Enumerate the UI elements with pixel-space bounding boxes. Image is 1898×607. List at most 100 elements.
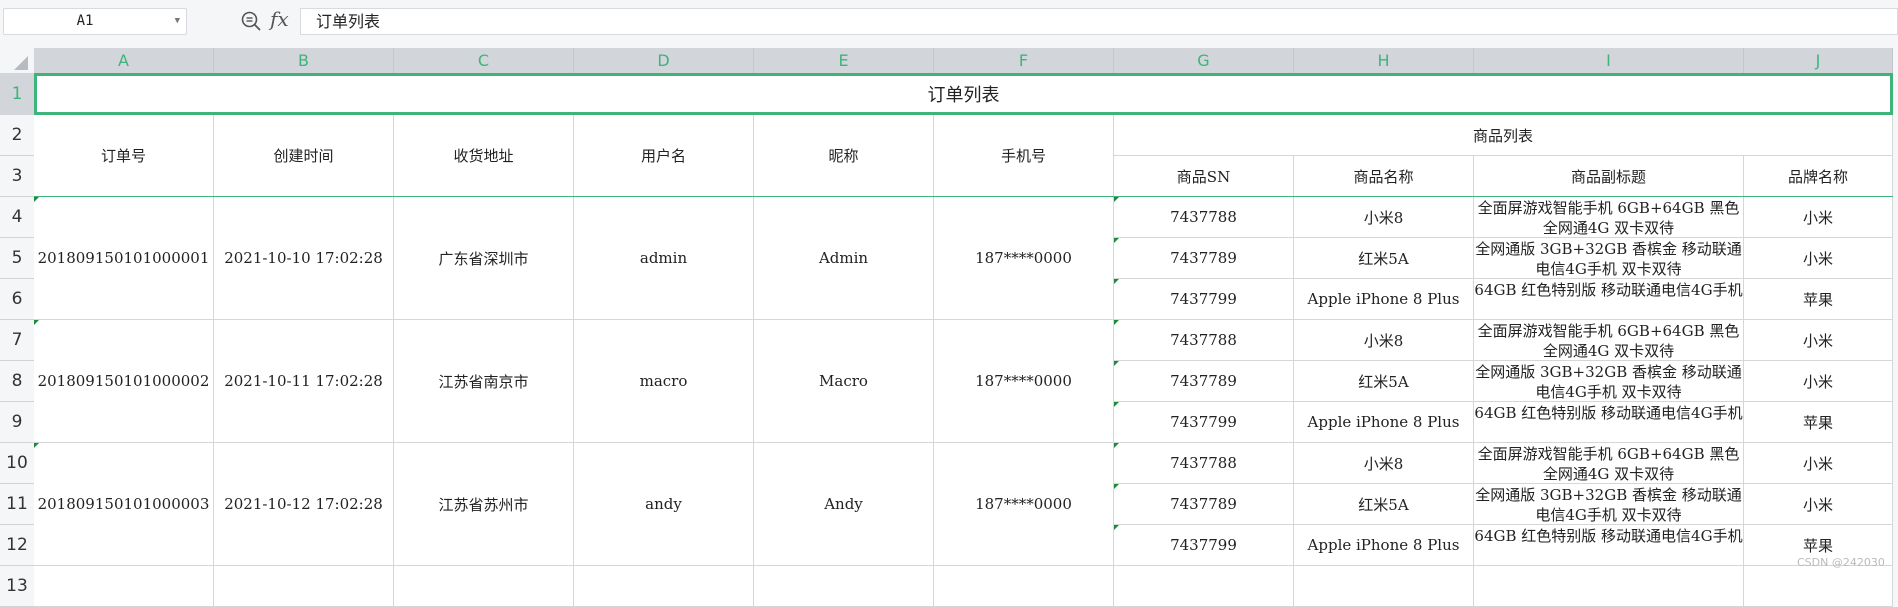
row-header-10[interactable]: 10 bbox=[0, 443, 34, 484]
brand-cell[interactable]: 苹果 bbox=[1744, 402, 1893, 443]
header-phone[interactable]: 手机号 bbox=[934, 115, 1114, 197]
header-order-no[interactable]: 订单号 bbox=[34, 115, 214, 197]
column-header-i[interactable]: I bbox=[1474, 48, 1744, 73]
product-name-cell[interactable]: 红米5A bbox=[1294, 484, 1474, 525]
phone-cell[interactable]: 187****0000 bbox=[934, 320, 1114, 443]
brand-cell[interactable]: 小米 bbox=[1744, 320, 1893, 361]
product-subtitle-cell[interactable]: 全网通版 3GB+32GB 香槟金 移动联通电信4G手机 双卡双待 bbox=[1474, 361, 1744, 402]
product-subtitle-cell[interactable]: 全网通版 3GB+32GB 香槟金 移动联通电信4G手机 双卡双待 bbox=[1474, 484, 1744, 525]
column-header-b[interactable]: B bbox=[214, 48, 394, 73]
empty-cell[interactable] bbox=[1294, 566, 1474, 607]
title-cell[interactable]: 订单列表 bbox=[34, 73, 1893, 115]
select-all-corner[interactable] bbox=[0, 48, 34, 73]
header-product-list[interactable]: 商品列表 bbox=[1114, 115, 1893, 156]
brand-cell[interactable]: 小米 bbox=[1744, 361, 1893, 402]
column-header-a[interactable]: A bbox=[34, 48, 214, 73]
product-subtitle-cell[interactable]: 64GB 红色特别版 移动联通电信4G手机 bbox=[1474, 279, 1744, 320]
empty-cell[interactable] bbox=[574, 566, 754, 607]
brand-cell[interactable]: 小米 bbox=[1744, 238, 1893, 279]
header-username[interactable]: 用户名 bbox=[574, 115, 754, 197]
product-name-cell[interactable]: Apple iPhone 8 Plus bbox=[1294, 279, 1474, 320]
header-nickname[interactable]: 昵称 bbox=[754, 115, 934, 197]
row-header-8[interactable]: 8 bbox=[0, 361, 34, 402]
header-product-subtitle[interactable]: 商品副标题 bbox=[1474, 156, 1744, 197]
phone-cell[interactable]: 187****0000 bbox=[934, 197, 1114, 320]
product-name-cell[interactable]: 红米5A bbox=[1294, 238, 1474, 279]
empty-cell[interactable] bbox=[1744, 566, 1893, 607]
row-header-3[interactable]: 3 bbox=[0, 156, 34, 197]
brand-cell[interactable]: 小米 bbox=[1744, 443, 1893, 484]
header-brand[interactable]: 品牌名称 bbox=[1744, 156, 1893, 197]
column-header-j[interactable]: J bbox=[1744, 48, 1893, 73]
product-sn-cell[interactable]: 7437789 bbox=[1114, 484, 1294, 525]
created-time-cell[interactable]: 2021-10-11 17:02:28 bbox=[214, 320, 394, 443]
product-sn-cell[interactable]: 7437788 bbox=[1114, 443, 1294, 484]
row-header-5[interactable]: 5 bbox=[0, 238, 34, 279]
product-sn-cell[interactable]: 7437799 bbox=[1114, 525, 1294, 566]
empty-cell[interactable] bbox=[394, 566, 574, 607]
product-sn-cell[interactable]: 7437799 bbox=[1114, 279, 1294, 320]
column-header-d[interactable]: D bbox=[574, 48, 754, 73]
address-cell[interactable]: 江苏省南京市 bbox=[394, 320, 574, 443]
row-header-13[interactable]: 13 bbox=[0, 566, 34, 607]
nickname-cell[interactable]: Macro bbox=[754, 320, 934, 443]
column-header-g[interactable]: G bbox=[1114, 48, 1294, 73]
empty-cell[interactable] bbox=[1114, 566, 1294, 607]
product-sn-cell[interactable]: 7437788 bbox=[1114, 320, 1294, 361]
function-icon[interactable]: fx bbox=[270, 7, 289, 31]
empty-cell[interactable] bbox=[214, 566, 394, 607]
phone-cell[interactable]: 187****0000 bbox=[934, 443, 1114, 566]
empty-cell[interactable] bbox=[754, 566, 934, 607]
product-subtitle-cell[interactable]: 全面屏游戏智能手机 6GB+64GB 黑色 全网通4G 双卡双待 bbox=[1474, 320, 1744, 361]
address-cell[interactable]: 广东省深圳市 bbox=[394, 197, 574, 320]
empty-cell[interactable] bbox=[34, 566, 214, 607]
nickname-cell[interactable]: Admin bbox=[754, 197, 934, 320]
column-header-e[interactable]: E bbox=[754, 48, 934, 73]
product-sn-cell[interactable]: 7437799 bbox=[1114, 402, 1294, 443]
row-header-2[interactable]: 2 bbox=[0, 115, 34, 156]
header-created-time[interactable]: 创建时间 bbox=[214, 115, 394, 197]
chevron-down-icon[interactable]: ▼ bbox=[175, 9, 180, 34]
order-no-cell[interactable]: 201809150101000003 bbox=[34, 443, 214, 566]
product-subtitle-cell[interactable]: 64GB 红色特别版 移动联通电信4G手机 bbox=[1474, 525, 1744, 566]
column-header-c[interactable]: C bbox=[394, 48, 574, 73]
created-time-cell[interactable]: 2021-10-12 17:02:28 bbox=[214, 443, 394, 566]
product-sn-cell[interactable]: 7437789 bbox=[1114, 361, 1294, 402]
order-no-cell[interactable]: 201809150101000002 bbox=[34, 320, 214, 443]
row-header-9[interactable]: 9 bbox=[0, 402, 34, 443]
empty-cell[interactable] bbox=[934, 566, 1114, 607]
product-name-cell[interactable]: Apple iPhone 8 Plus bbox=[1294, 402, 1474, 443]
header-product-name[interactable]: 商品名称 bbox=[1294, 156, 1474, 197]
name-box[interactable]: A1 ▼ bbox=[3, 8, 187, 35]
product-name-cell[interactable]: Apple iPhone 8 Plus bbox=[1294, 525, 1474, 566]
zoom-out-icon[interactable] bbox=[240, 10, 262, 32]
row-header-1[interactable]: 1 bbox=[0, 73, 34, 115]
header-product-sn[interactable]: 商品SN bbox=[1114, 156, 1294, 197]
created-time-cell[interactable]: 2021-10-10 17:02:28 bbox=[214, 197, 394, 320]
cell-grid[interactable]: 订单列表 订单号 创建时间 收货地址 用户名 昵称 手机号 商品列表 商品SN 商品名称 商品副标题… bbox=[34, 73, 1893, 607]
order-no-cell[interactable]: 201809150101000001 bbox=[34, 197, 214, 320]
nickname-cell[interactable]: Andy bbox=[754, 443, 934, 566]
column-header-f[interactable]: F bbox=[934, 48, 1114, 73]
product-name-cell[interactable]: 小米8 bbox=[1294, 320, 1474, 361]
brand-cell[interactable]: 小米 bbox=[1744, 197, 1893, 238]
product-name-cell[interactable]: 小米8 bbox=[1294, 443, 1474, 484]
row-header-11[interactable]: 11 bbox=[0, 484, 34, 525]
column-header-h[interactable]: H bbox=[1294, 48, 1474, 73]
username-cell[interactable]: admin bbox=[574, 197, 754, 320]
row-header-7[interactable]: 7 bbox=[0, 320, 34, 361]
product-sn-cell[interactable]: 7437788 bbox=[1114, 197, 1294, 238]
product-sn-cell[interactable]: 7437789 bbox=[1114, 238, 1294, 279]
empty-cell[interactable] bbox=[1474, 566, 1744, 607]
brand-cell[interactable]: 苹果 bbox=[1744, 279, 1893, 320]
header-address[interactable]: 收货地址 bbox=[394, 115, 574, 197]
row-header-6[interactable]: 6 bbox=[0, 279, 34, 320]
username-cell[interactable]: andy bbox=[574, 443, 754, 566]
product-subtitle-cell[interactable]: 64GB 红色特别版 移动联通电信4G手机 bbox=[1474, 402, 1744, 443]
brand-cell[interactable]: 小米 bbox=[1744, 484, 1893, 525]
product-name-cell[interactable]: 小米8 bbox=[1294, 197, 1474, 238]
product-subtitle-cell[interactable]: 全网通版 3GB+32GB 香槟金 移动联通电信4G手机 双卡双待 bbox=[1474, 238, 1744, 279]
row-header-4[interactable]: 4 bbox=[0, 197, 34, 238]
formula-input[interactable]: 订单列表 bbox=[300, 8, 1898, 35]
product-name-cell[interactable]: 红米5A bbox=[1294, 361, 1474, 402]
